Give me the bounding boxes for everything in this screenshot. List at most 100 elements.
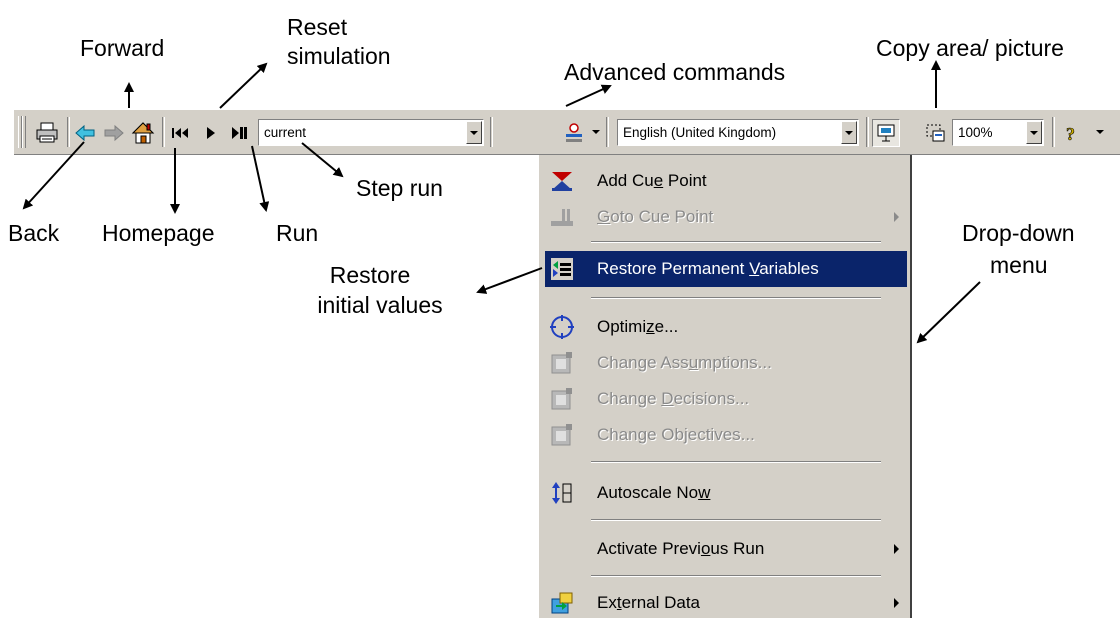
menu-item-goto-cue-point: Goto Cue Point — [545, 199, 907, 235]
advanced-commands-dropdown-arrow[interactable] — [592, 130, 600, 134]
callout-restore-line2: initial values — [317, 292, 443, 318]
callout-reset-line1: Reset — [287, 14, 348, 40]
print-button[interactable] — [33, 119, 61, 147]
arrow-run — [251, 145, 270, 212]
toolbar-separator — [490, 117, 493, 147]
toolbar-separator — [162, 117, 165, 147]
arrow-advanced-commands — [565, 84, 612, 107]
reset-icon — [172, 128, 188, 138]
menu-item-label: External Data — [597, 593, 701, 612]
step-run-button[interactable] — [225, 119, 253, 147]
back-arrow-icon — [75, 124, 95, 142]
callout-reset-line2: simulation — [287, 43, 391, 69]
toolbar-grip-2[interactable] — [22, 116, 26, 148]
help-dropdown-arrow[interactable] — [1096, 130, 1104, 134]
zoom-combo[interactable]: 100% — [952, 119, 1044, 146]
menu-item-label: Optimize... — [597, 317, 679, 336]
run-selector-dropdown-button[interactable] — [466, 121, 482, 144]
menu-item-label: Change Decisions... — [597, 389, 750, 408]
simulation-toolbar: current English (United Kingdom) 100% ? — [14, 109, 1120, 155]
copy-area-button[interactable] — [922, 119, 950, 147]
menu-item-add-cue-point[interactable]: Add Cue Point — [545, 163, 907, 199]
presentation-button[interactable] — [872, 119, 900, 147]
step-run-icon — [232, 127, 247, 139]
arrow-dropdown-menu — [916, 281, 981, 344]
optimize-icon — [550, 315, 574, 339]
autoscale-icon — [552, 482, 572, 504]
menu-item-change-objectives: Change Objectives... — [545, 417, 907, 453]
arrow-reset-simulation — [219, 62, 268, 109]
menu-item-label: Change Objectives... — [597, 425, 755, 444]
presentation-icon — [877, 124, 895, 142]
submenu-arrow-icon — [894, 598, 899, 608]
advanced-commands-button[interactable] — [560, 119, 588, 147]
goto-cue-icon — [551, 209, 573, 226]
callout-copy-area: Copy area/ picture — [876, 35, 1064, 61]
menu-item-change-decisions: Change Decisions... — [545, 381, 907, 417]
advanced-commands-icon — [566, 123, 582, 142]
run-selector-combo[interactable]: current — [258, 119, 484, 146]
toolbar-separator — [866, 117, 869, 147]
run-selector-value: current — [264, 125, 307, 140]
copy-area-icon — [926, 124, 945, 142]
menu-item-change-assumptions: Change Assumptions... — [545, 345, 907, 381]
chevron-down-icon — [470, 130, 478, 135]
callout-forward: Forward — [80, 35, 165, 61]
run-button[interactable] — [196, 119, 224, 147]
menu-item-label: Activate Previous Run — [597, 539, 765, 558]
menu-item-external-data[interactable]: External Data — [545, 585, 907, 621]
callout-advanced-commands: Advanced commands — [564, 59, 786, 85]
homepage-button[interactable] — [129, 119, 157, 147]
menu-item-optimize[interactable]: Optimize... — [545, 309, 907, 345]
submenu-arrow-icon — [894, 544, 899, 554]
menu-separator — [591, 575, 881, 577]
menu-separator — [591, 461, 881, 463]
zoom-dropdown-button[interactable] — [1026, 121, 1042, 144]
toolbar-separator — [606, 117, 609, 147]
toolbar-separator — [1052, 117, 1055, 147]
menu-item-label: Goto Cue Point — [597, 207, 714, 226]
language-combo[interactable]: English (United Kingdom) — [617, 119, 859, 146]
menu-separator — [591, 241, 881, 243]
assumptions-icon — [551, 352, 572, 374]
home-icon — [131, 122, 155, 144]
menu-item-autoscale-now[interactable]: Autoscale Now — [545, 475, 907, 511]
callout-back: Back — [8, 220, 60, 246]
menu-item-label: Restore Permanent Variables — [597, 259, 819, 278]
cue-point-icon — [552, 172, 572, 191]
menu-item-label: Add Cue Point — [597, 171, 707, 190]
zoom-value: 100% — [958, 125, 993, 140]
menu-separator — [591, 519, 881, 521]
external-data-icon — [551, 592, 573, 614]
callout-dropdown-line1: Drop-down — [962, 220, 1075, 246]
advanced-commands-menu: Add Cue Point Goto Cue Point Restore Per… — [538, 155, 912, 618]
toolbar-separator — [67, 117, 70, 147]
forward-arrow-icon — [104, 124, 124, 142]
menu-item-label: Change Assumptions... — [597, 353, 772, 372]
help-icon: ? — [1066, 124, 1076, 144]
language-dropdown-button[interactable] — [841, 121, 857, 144]
decisions-icon — [551, 388, 572, 410]
menu-item-activate-previous-run[interactable]: Activate Previous Run — [545, 531, 907, 567]
svg-text:?: ? — [1066, 124, 1075, 144]
back-button[interactable] — [71, 119, 99, 147]
run-icon — [207, 127, 215, 139]
chevron-down-icon — [845, 130, 853, 135]
submenu-arrow-icon — [894, 212, 899, 222]
arrow-restore — [476, 267, 543, 294]
forward-button[interactable] — [100, 119, 128, 147]
print-icon — [36, 122, 58, 143]
callout-run: Run — [276, 220, 319, 246]
objectives-icon — [551, 424, 572, 446]
menu-separator — [591, 297, 881, 299]
help-button[interactable]: ? — [1058, 119, 1086, 147]
reset-simulation-button[interactable] — [166, 119, 194, 147]
callout-step-run: Step run — [356, 175, 443, 201]
callout-homepage: Homepage — [102, 220, 215, 246]
menu-item-restore-permanent-variables[interactable]: Restore Permanent Variables — [545, 251, 907, 287]
callout-dropdown-line2: menu — [990, 252, 1048, 278]
restore-icon — [551, 258, 573, 280]
language-value: English (United Kingdom) — [623, 125, 777, 140]
menu-item-label: Autoscale Now — [597, 483, 711, 502]
callout-restore-line1: Restore — [329, 262, 411, 288]
